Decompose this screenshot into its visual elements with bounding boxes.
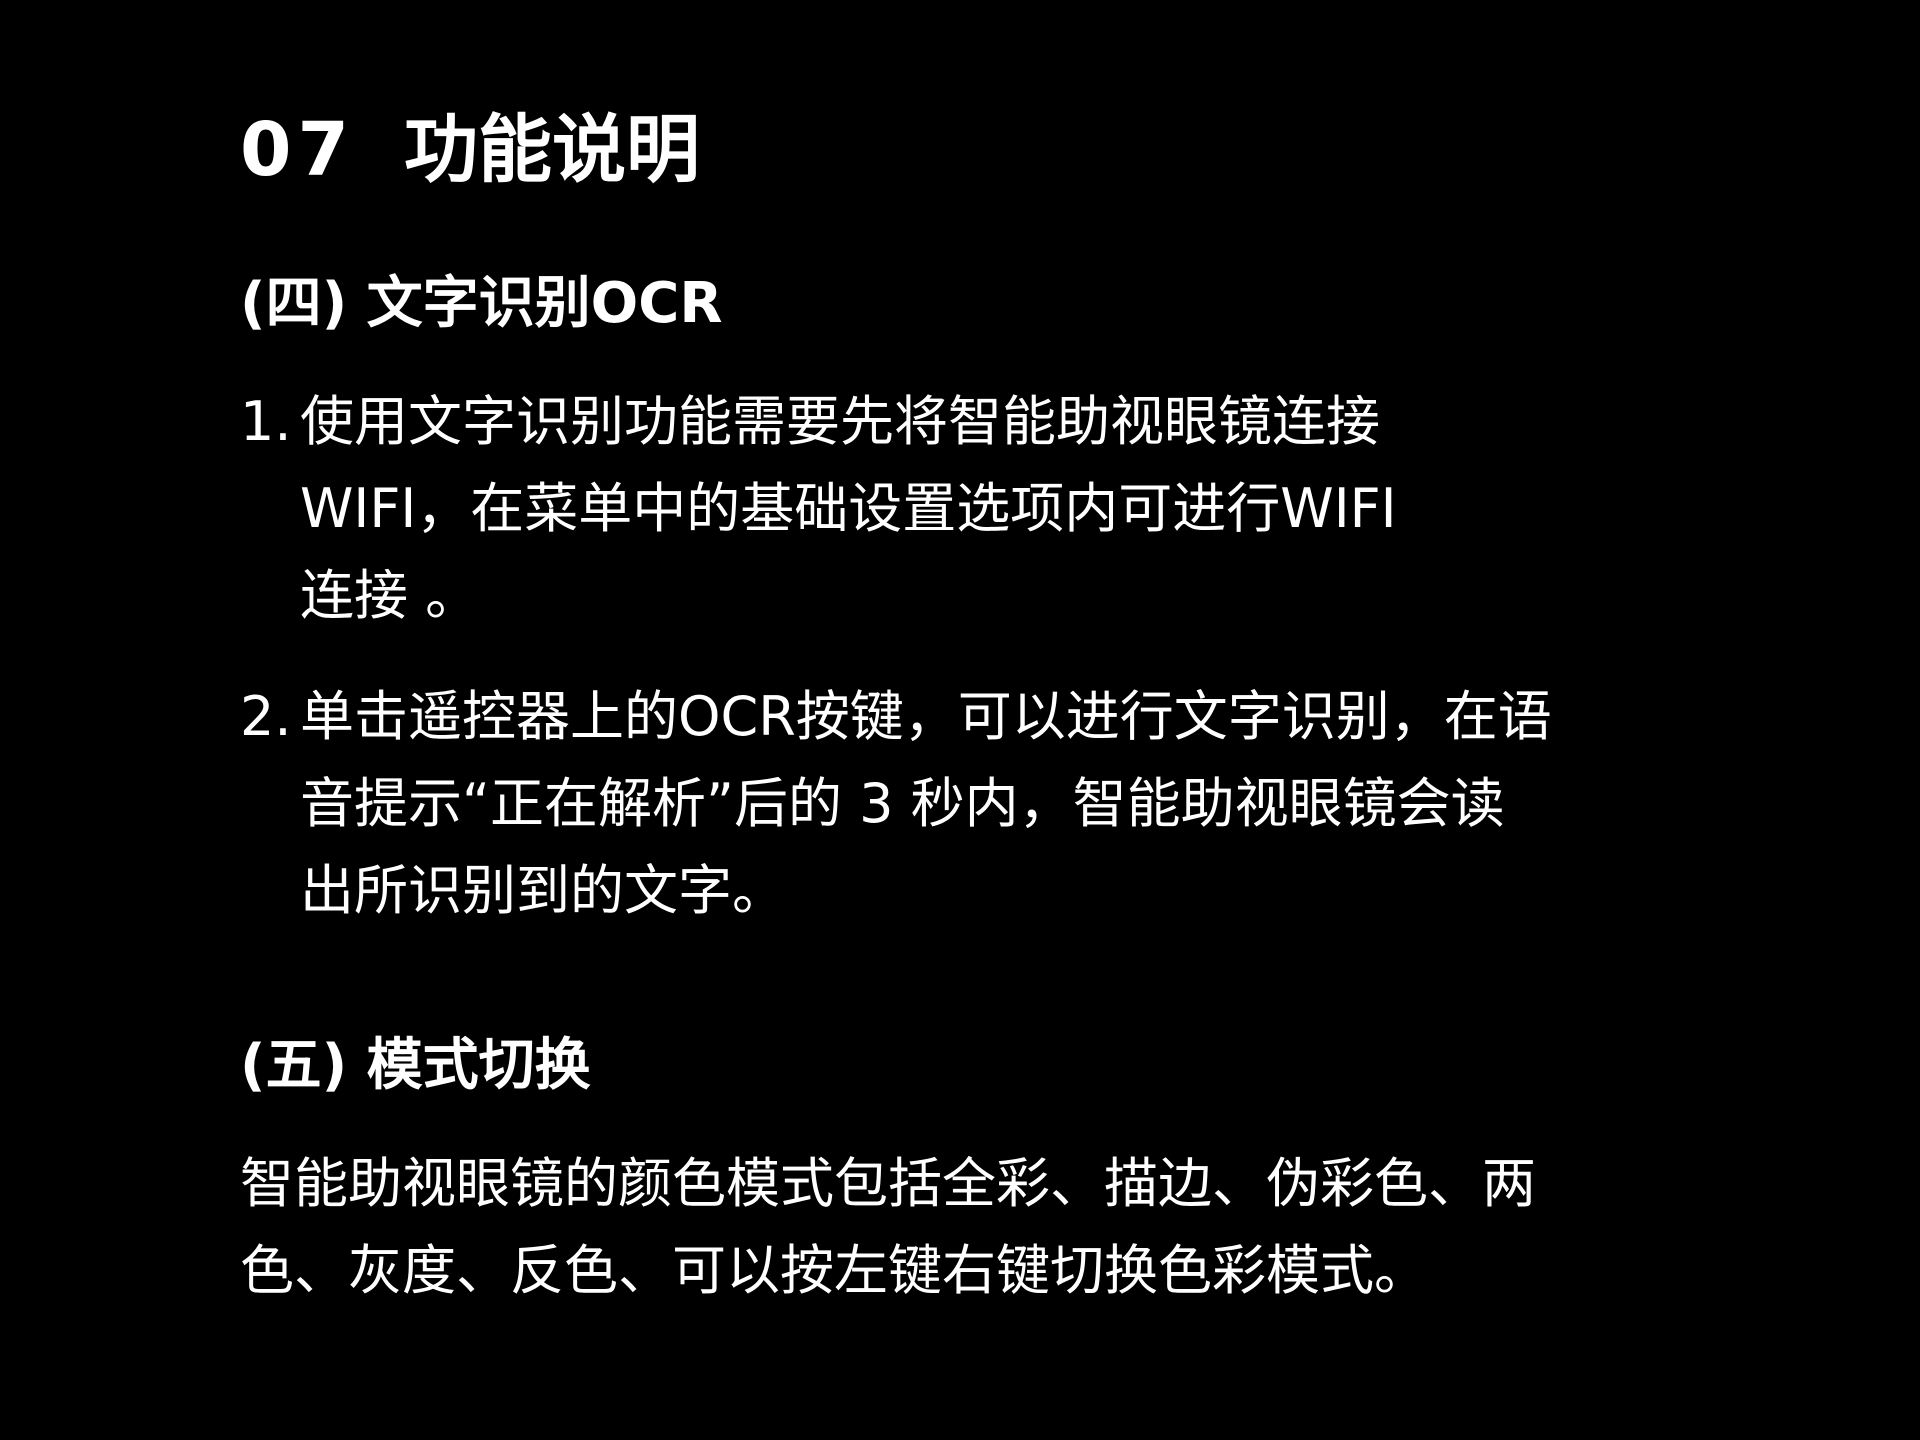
ocr-item-1-line-1: 使用文字识别功能需要先将智能助视眼镜连接	[300, 390, 1380, 453]
ocr-item-2-line-2: 音提示“正在解析”后的 3 秒内，智能助视眼镜会读	[300, 772, 1505, 835]
ocr-item-2: 2. 单击遥控器上的OCR按键，可以进行文字识别，在语 音提示“正在解析”后的 …	[240, 673, 1740, 934]
section-title-text: 功能说明	[404, 107, 700, 193]
mode-heading: (五) 模式切换	[240, 1033, 591, 1098]
manual-page: 07 功能说明 (四) 文字识别OCR 1. 使用文字识别功能需要先将智能助视眼镜…	[240, 0, 1760, 1440]
ocr-item-2-text: 单击遥控器上的OCR按键，可以进行文字识别，在语 音提示“正在解析”后的 3 秒…	[300, 673, 1740, 934]
ocr-item-1-line-2: WIFI，在菜单中的基础设置选项内可进行WIFI	[300, 477, 1397, 540]
mode-line-2: 色、灰度、反色、可以按左键右键切换色彩模式。	[240, 1239, 1428, 1302]
section-number: 07	[240, 107, 355, 193]
ocr-item-1: 1. 使用文字识别功能需要先将智能助视眼镜连接 WIFI，在菜单中的基础设置选项…	[240, 378, 1740, 639]
mode-line-1: 智能助视眼镜的颜色模式包括全彩、描边、伪彩色、两	[240, 1152, 1536, 1215]
ocr-heading: (四) 文字识别OCR	[240, 271, 723, 336]
mode-paragraph: 智能助视眼镜的颜色模式包括全彩、描边、伪彩色、两 色、灰度、反色、可以按左键右键…	[240, 1140, 1740, 1314]
ocr-item-2-marker: 2.	[240, 685, 292, 748]
section-title: 07 功能说明	[240, 108, 700, 192]
ocr-item-1-text: 使用文字识别功能需要先将智能助视眼镜连接 WIFI，在菜单中的基础设置选项内可进…	[300, 378, 1740, 639]
ocr-item-1-line-3: 连接 。	[300, 564, 480, 627]
ocr-item-2-line-1: 单击遥控器上的OCR按键，可以进行文字识别，在语	[300, 685, 1552, 748]
ocr-item-1-marker: 1.	[240, 390, 292, 453]
ocr-item-2-line-3: 出所识别到的文字。	[300, 859, 786, 922]
